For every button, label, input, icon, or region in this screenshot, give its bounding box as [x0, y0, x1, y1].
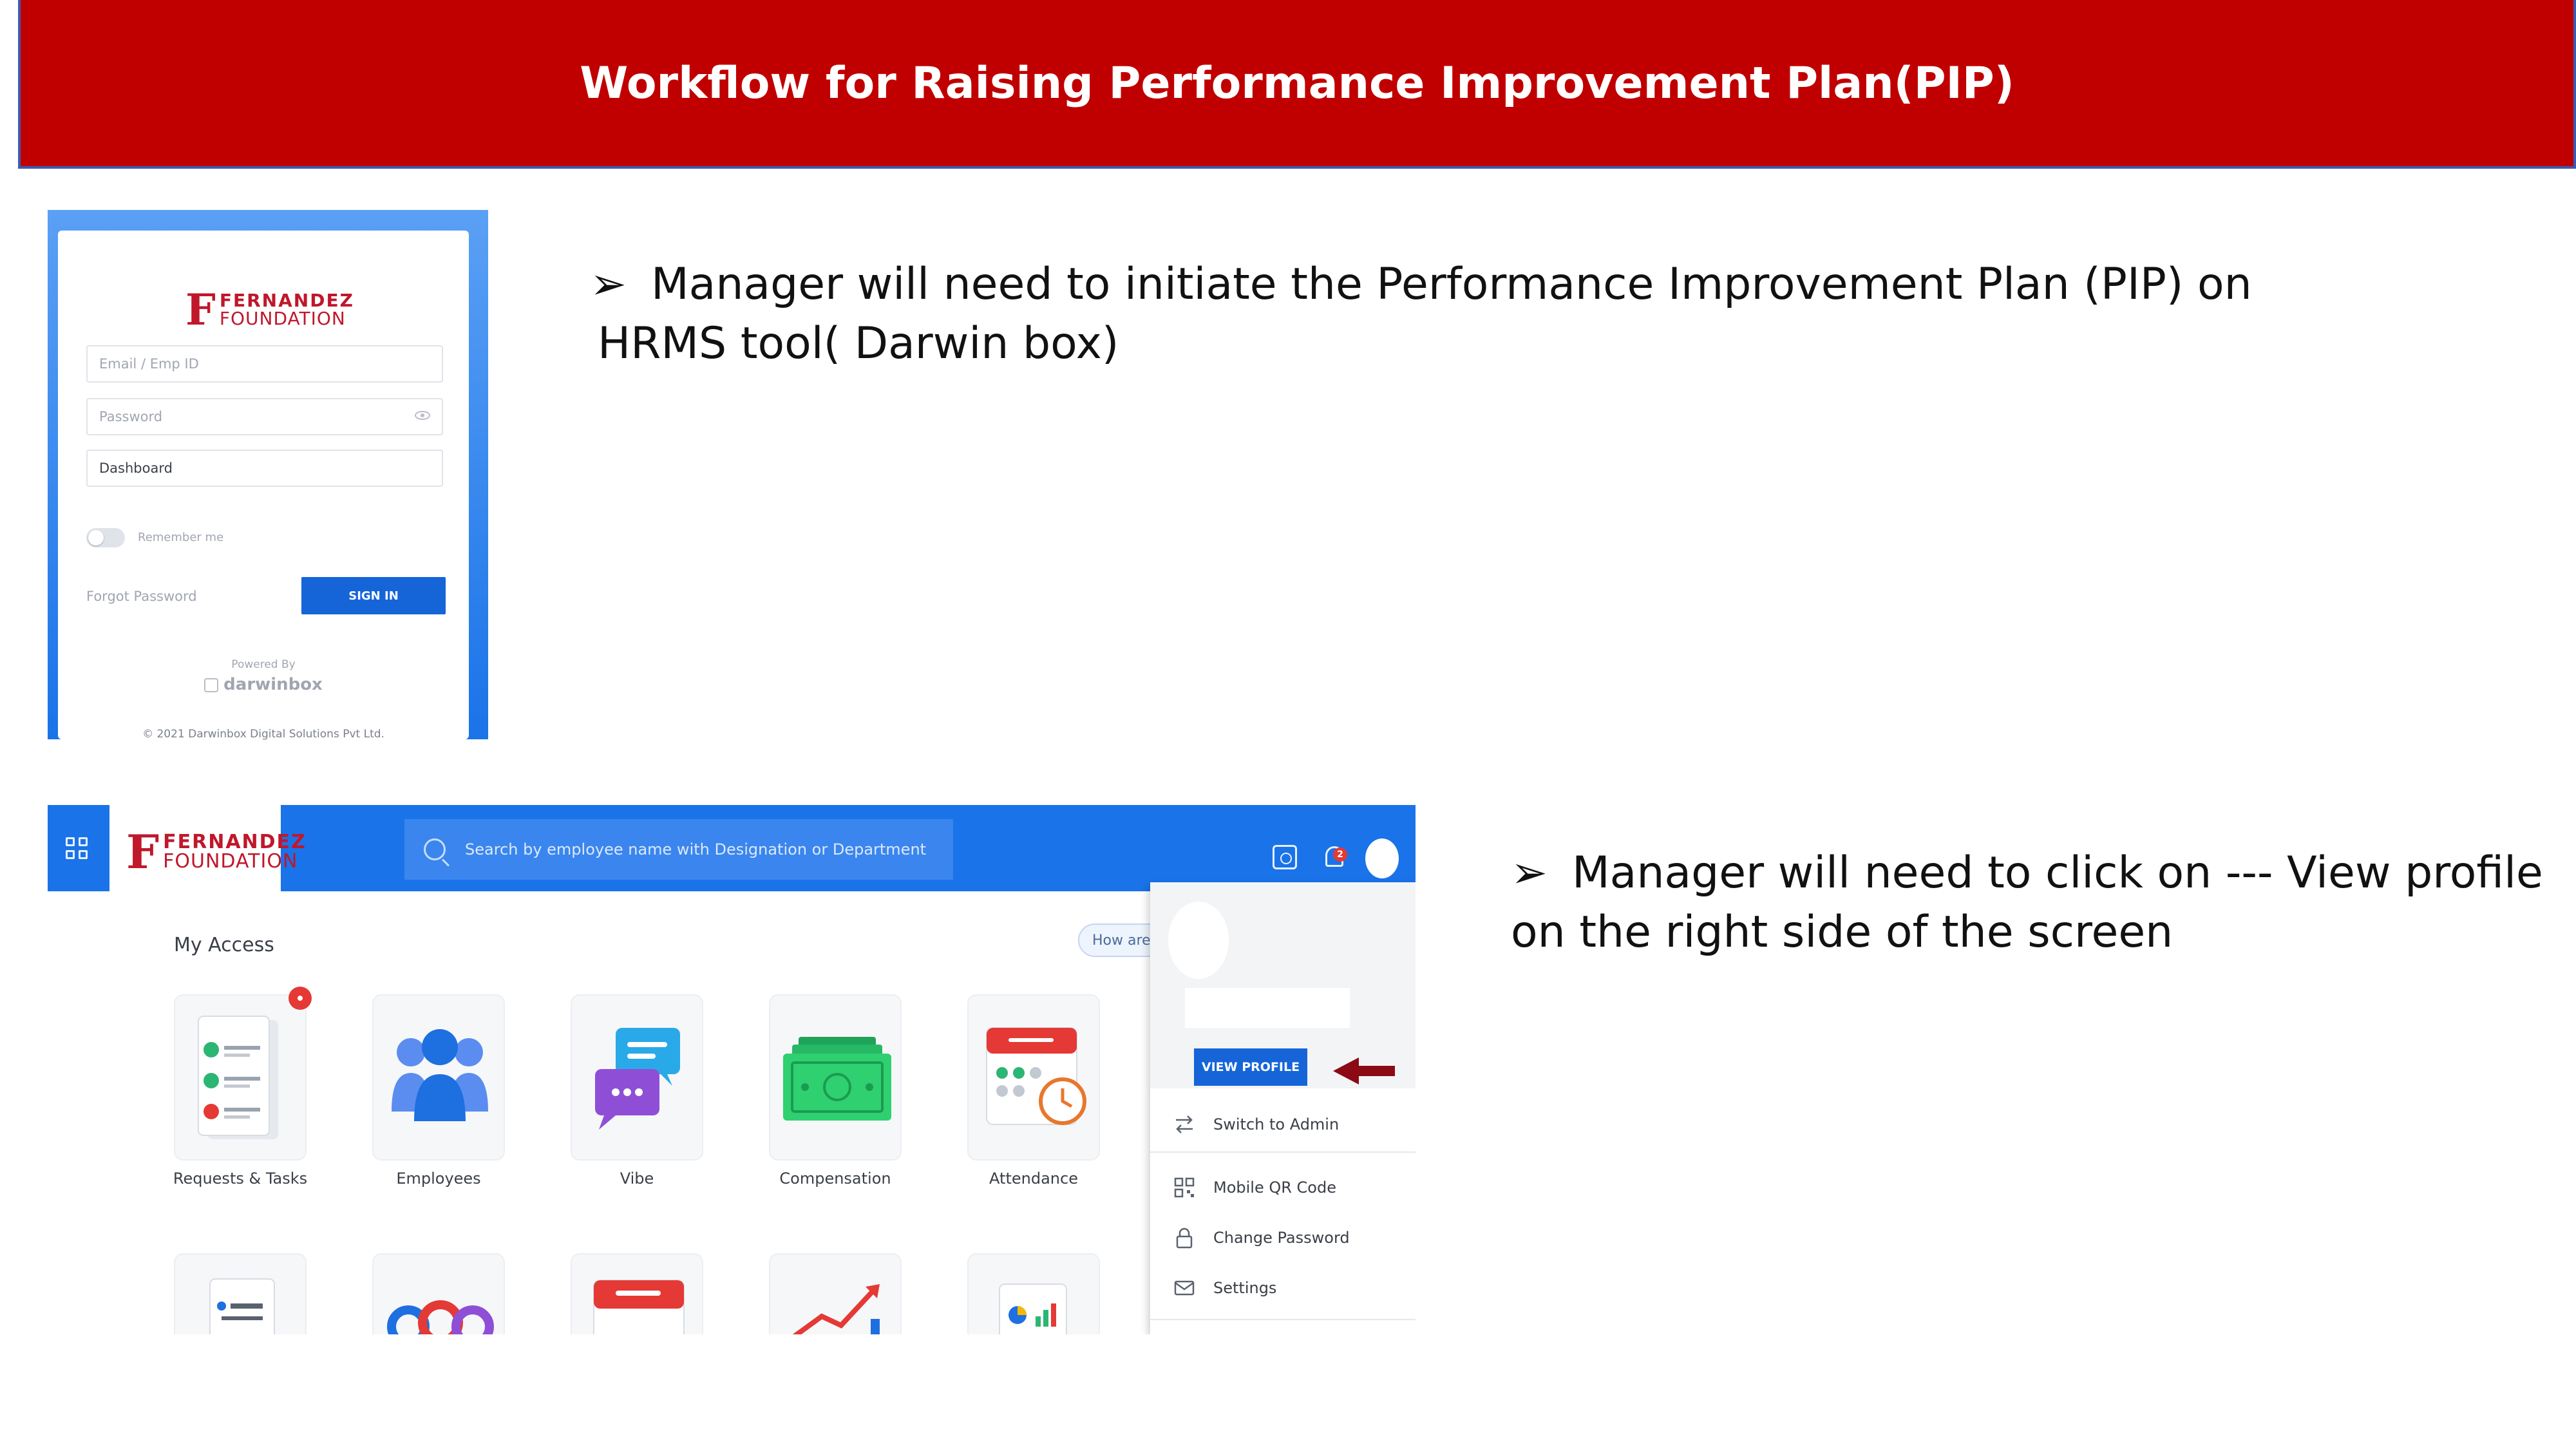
darwinbox-logo: darwinbox — [58, 675, 469, 694]
tile-row2-2[interactable] — [372, 1253, 505, 1334]
login-screenshot: F FERNANDEZ FOUNDATION Email / Emp ID Pa… — [48, 210, 488, 741]
bullet-1-line-2: HRMS tool( Darwin box) — [598, 318, 1119, 369]
search-placeholder: Search by employee name with Designation… — [465, 840, 927, 858]
slide: Workflow for Raising Performance Improve… — [0, 0, 2576, 1449]
tile-row2-1[interactable] — [174, 1253, 307, 1334]
qr-code-icon — [1174, 1177, 1195, 1198]
report-icon — [999, 1283, 1067, 1334]
notification-badge: 2 — [1333, 848, 1347, 862]
logo-letter: F — [126, 824, 160, 879]
compensation-icon — [783, 1037, 891, 1121]
tile-label: Employees — [396, 1170, 481, 1188]
requests-tasks-icon — [198, 1016, 278, 1139]
bullet-2-line-1: Manager will need to click on --- View p… — [1571, 848, 2543, 898]
vibe-icon — [595, 1028, 680, 1130]
tile-requests-tasks[interactable] — [174, 994, 307, 1160]
slide-title: Workflow for Raising Performance Improve… — [580, 57, 2014, 109]
powered-by-label: Powered By — [231, 658, 296, 671]
email-field[interactable]: Email / Emp ID — [86, 345, 443, 383]
bullet-2: ➢ Manager will need to click on --- View … — [1511, 844, 2543, 962]
logo-letter: F — [185, 285, 216, 335]
menu-item-label: Mobile QR Code — [1213, 1179, 1336, 1197]
menu-divider — [1150, 1319, 1416, 1320]
menu-item-label: Settings — [1213, 1279, 1277, 1297]
logo-line-2: FOUNDATION — [163, 849, 298, 873]
clock-icon[interactable] — [1273, 845, 1297, 869]
tile-row2-5[interactable] — [967, 1253, 1100, 1334]
dashboard-screenshot: F FERNANDEZ FOUNDATION Search by employe… — [48, 805, 1416, 1334]
remember-me-label: Remember me — [138, 531, 224, 544]
employee-search-input[interactable]: Search by employee name with Designation… — [404, 819, 953, 880]
attendance-icon — [986, 1027, 1086, 1125]
lock-icon — [1176, 1227, 1193, 1249]
menu-divider — [1150, 1151, 1416, 1153]
tile-label: Vibe — [620, 1170, 654, 1188]
sign-in-button[interactable]: SIGN IN — [301, 577, 446, 614]
fernandez-logo: F FERNANDEZ FOUNDATION — [126, 824, 307, 879]
tile-row2-4[interactable] — [769, 1253, 902, 1334]
bullet-1: ➢ Manager will need to initiate the Perfo… — [590, 255, 2252, 374]
title-banner: Workflow for Raising Performance Improve… — [18, 0, 2576, 169]
logo-line-2: FOUNDATION — [219, 308, 346, 329]
profile-avatar-button[interactable] — [1365, 838, 1399, 878]
menu-item-switch-admin[interactable]: Switch to Admin — [1150, 1100, 1416, 1149]
fernandez-logo: F FERNANDEZ FOUNDATION — [185, 285, 354, 335]
tile-vibe[interactable] — [571, 994, 703, 1160]
tile-label: Attendance — [989, 1170, 1078, 1188]
calendar-icon — [593, 1280, 685, 1334]
employees-icon — [392, 1029, 488, 1121]
tile-label: Compensation — [779, 1170, 891, 1188]
profile-dropdown: VIEW PROFILE Switch to Admin Mobile QR C… — [1150, 882, 1416, 1334]
logo-line-1: FERNANDEZ — [163, 830, 307, 853]
document-icon — [209, 1278, 275, 1334]
settings-icon — [1174, 1280, 1195, 1296]
bullet-arrow-icon: ➢ — [590, 259, 627, 310]
bullet-1-line-1: Manager will need to initiate the Perfor… — [650, 259, 2252, 310]
password-placeholder: Password — [99, 409, 163, 424]
switch-icon — [1176, 1115, 1193, 1133]
tile-compensation[interactable] — [769, 994, 902, 1160]
darwinbox-icon — [204, 677, 219, 692]
bullet-arrow-icon: ➢ — [1511, 848, 1548, 898]
tile-label: Requests & Tasks — [173, 1170, 308, 1188]
requests-alert-badge — [289, 987, 312, 1010]
search-icon — [424, 838, 446, 860]
eye-icon[interactable] — [415, 411, 430, 420]
copyright-text: © 2021 Darwinbox Digital Solutions Pvt L… — [142, 728, 384, 741]
login-card: F FERNANDEZ FOUNDATION Email / Emp ID Pa… — [58, 231, 469, 741]
my-access-heading: My Access — [174, 934, 274, 956]
menu-item-label: Switch to Admin — [1213, 1115, 1340, 1133]
team-icon — [387, 1300, 494, 1334]
red-pointer-arrow-icon — [1333, 1057, 1395, 1084]
view-profile-button[interactable]: VIEW PROFILE — [1194, 1048, 1307, 1086]
dashboard-logo-box[interactable]: F FERNANDEZ FOUNDATION — [109, 805, 305, 891]
forgot-password-link[interactable]: Forgot Password — [86, 589, 197, 604]
menu-item-settings[interactable]: Settings — [1150, 1264, 1416, 1312]
password-field[interactable]: Password — [86, 398, 443, 435]
app-grid-icon[interactable] — [66, 837, 88, 859]
menu-item-label: Change Password — [1213, 1229, 1350, 1247]
tile-row2-3[interactable] — [571, 1253, 703, 1334]
menu-item-change-password[interactable]: Change Password — [1150, 1213, 1416, 1262]
bullet-2-line-2: on the right side of the screen — [1511, 907, 2174, 958]
landing-page-select[interactable]: Dashboard — [86, 450, 443, 487]
menu-item-qr-code[interactable]: Mobile QR Code — [1150, 1163, 1416, 1212]
darwinbox-wordmark: darwinbox — [223, 675, 323, 694]
growth-chart-icon — [792, 1284, 880, 1334]
tile-employees[interactable] — [372, 994, 505, 1160]
tile-attendance[interactable] — [967, 994, 1100, 1160]
remember-me-toggle[interactable] — [86, 528, 125, 547]
logo-line-1: FERNANDEZ — [219, 290, 354, 311]
profile-name-redacted — [1185, 988, 1350, 1028]
profile-avatar — [1168, 902, 1229, 979]
